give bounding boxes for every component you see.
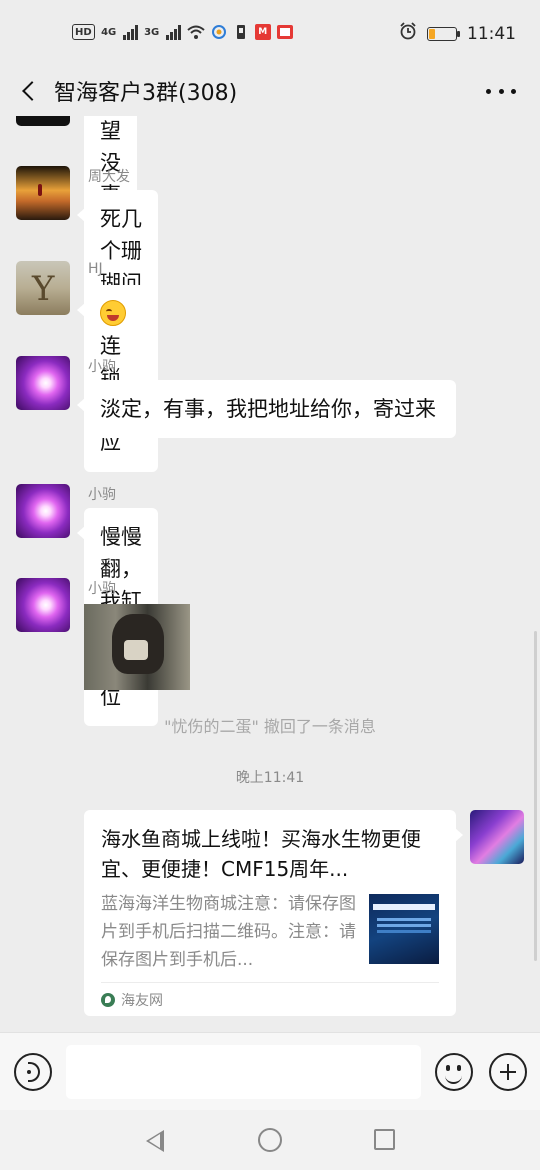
nav-back-icon[interactable] bbox=[146, 1130, 164, 1152]
recall-notice: "忧伤的二蛋" 撤回了一条消息 bbox=[164, 717, 376, 736]
network-4g-icon: 4G bbox=[101, 26, 117, 38]
sender-name: HJ bbox=[88, 261, 103, 277]
avatar[interactable] bbox=[16, 578, 70, 632]
clock-time: 11:41 bbox=[467, 23, 516, 44]
wifi-icon bbox=[187, 22, 205, 42]
alarm-icon bbox=[399, 22, 417, 45]
signal-icon bbox=[122, 24, 138, 40]
source-logo-icon bbox=[101, 993, 115, 1007]
image-message[interactable] bbox=[84, 604, 190, 690]
back-arrow-icon bbox=[22, 81, 42, 101]
more-options-button[interactable] bbox=[486, 78, 516, 104]
sender-name: 周大发 bbox=[88, 169, 130, 185]
signal-icon-2 bbox=[165, 24, 181, 40]
status-right: 11:41 bbox=[399, 22, 516, 45]
message-input[interactable] bbox=[66, 1045, 421, 1099]
avatar[interactable] bbox=[16, 166, 70, 220]
grin-emoji-icon bbox=[100, 300, 126, 326]
sender-name: 小驹 bbox=[88, 487, 116, 503]
message-bubble[interactable]: 淡定，有事，我把地址给你，寄过来 bbox=[77, 380, 456, 438]
emoji-button[interactable] bbox=[435, 1053, 473, 1091]
sender-name: 小驹 bbox=[88, 359, 116, 375]
link-card-description: 蓝海海洋生物商城注意：请保存图片到手机后扫描二维码。注意：请保存图片到手机后..… bbox=[101, 894, 356, 970]
system-nav-bar bbox=[0, 1110, 540, 1170]
sim-icon bbox=[233, 22, 249, 42]
scrollbar[interactable] bbox=[534, 631, 537, 961]
input-bar bbox=[0, 1032, 540, 1110]
source-name: 海友网 bbox=[121, 993, 163, 1009]
message-bubble[interactable]: 连锁反应 bbox=[77, 285, 146, 471]
link-card-thumbnail bbox=[369, 894, 439, 964]
book-icon bbox=[276, 22, 293, 42]
voice-input-button[interactable] bbox=[14, 1053, 52, 1091]
dot bbox=[486, 88, 491, 94]
battery-icon bbox=[427, 26, 460, 41]
battery-level bbox=[429, 28, 436, 39]
nav-home-icon[interactable] bbox=[258, 1128, 282, 1152]
hd-icon: HD bbox=[72, 24, 95, 40]
status-icons: HD 4G 3G M bbox=[72, 22, 293, 42]
dot bbox=[511, 88, 516, 94]
avatar[interactable] bbox=[16, 116, 70, 126]
chat-title: 智海客户3群(308) bbox=[54, 81, 238, 106]
message-timestamp: 晚上11:41 bbox=[235, 770, 305, 786]
chat-area[interactable]: 希望没事 周大发 死几个珊瑚问题不大，别让我翻缸 HJ 连锁反应 小驹 淡定，有… bbox=[0, 116, 540, 1032]
status-bar: HD 4G 3G M 11:41 bbox=[0, 0, 540, 66]
avatar[interactable] bbox=[16, 356, 70, 410]
avatar[interactable] bbox=[16, 484, 70, 538]
link-card-source: 海友网 bbox=[101, 990, 163, 1010]
back-button[interactable] bbox=[14, 74, 44, 108]
sender-name: 小驹 bbox=[88, 581, 116, 597]
title-bar: 智海客户3群(308) bbox=[0, 66, 540, 116]
divider bbox=[101, 982, 439, 983]
app-notification-icon: M bbox=[254, 24, 271, 40]
nav-recent-apps-icon[interactable] bbox=[374, 1129, 395, 1150]
dot bbox=[498, 88, 504, 94]
more-actions-button[interactable] bbox=[489, 1053, 527, 1091]
link-card[interactable]: 海水鱼商城上线啦！买海水生物更便宜、更便捷！CMF15周年... 蓝海海洋生物商… bbox=[84, 810, 463, 1016]
network-3g-icon: 3G bbox=[144, 26, 160, 38]
my-avatar[interactable] bbox=[470, 810, 524, 864]
browser-icon bbox=[211, 22, 227, 42]
avatar[interactable] bbox=[16, 261, 70, 315]
link-card-title: 海水鱼商城上线啦！买海水生物更便宜、更便捷！CMF15周年... bbox=[101, 827, 421, 881]
